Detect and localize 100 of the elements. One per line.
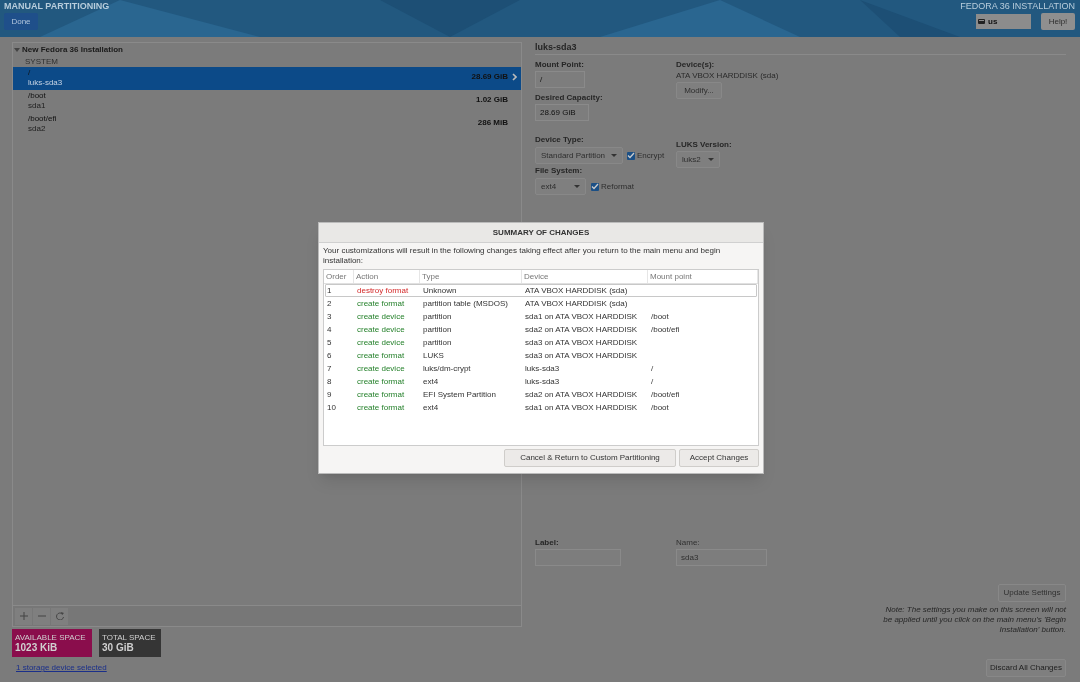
column-header[interactable]: Device <box>522 270 648 283</box>
table-cell: / <box>651 377 654 386</box>
keyboard-icon <box>978 19 985 24</box>
available-space-label: AVAILABLE SPACE <box>15 632 87 642</box>
help-button[interactable]: Help! <box>1041 13 1075 30</box>
checkbox[interactable] <box>591 182 599 191</box>
table-cell: /boot <box>651 403 669 412</box>
table-cell: partition <box>423 312 452 321</box>
table-cell: destroy format <box>357 286 409 295</box>
field-label: Label: <box>535 538 559 548</box>
table-row[interactable]: 2 create format partition table (MSDOS) ATA VBOX HARDDISK (sda) <box>325 297 757 310</box>
capacity-field[interactable]: 28.69 GiB <box>535 104 589 121</box>
table-cell: luks-sda3 <box>525 364 560 373</box>
note-text: Note: The settings you make on this screen will not be applied until you click on the main menu's 'Begin Installation' button. <box>882 605 1066 635</box>
table-cell: create device <box>357 312 405 321</box>
screen-title: MANUAL PARTITIONING <box>4 2 110 11</box>
keyboard-layout-field[interactable]: us <box>976 14 1031 29</box>
table-cell: Unknown <box>423 286 457 295</box>
table-cell: sda1 on ATA VBOX HARDDISK <box>525 403 638 412</box>
table-cell: partition <box>423 338 452 347</box>
dialog-button[interactable]: Accept Changes <box>679 449 759 467</box>
table-cell: create format <box>357 403 405 412</box>
refresh-icon <box>55 612 64 620</box>
installation-title: New Fedora 36 Installation <box>22 44 123 56</box>
device-name-text: sda2 <box>28 124 47 134</box>
table-row[interactable]: 5 create device partition sda3 on ATA VBOX HARDDISK <box>325 336 757 349</box>
caret-icon <box>708 158 714 161</box>
table-cell: create format <box>357 351 405 360</box>
table-cell: 4 <box>327 325 332 334</box>
table-cell: LUKS <box>423 351 444 360</box>
table-cell: /boot/efi <box>651 325 680 334</box>
available-space-value: 1023 KiB <box>15 641 59 654</box>
table-cell: sda1 on ATA VBOX HARDDISK <box>525 312 638 321</box>
discard-changes-button[interactable]: Discard All Changes <box>986 659 1066 677</box>
update-settings-button[interactable]: Update Settings <box>998 584 1066 602</box>
table-cell: / <box>651 364 654 373</box>
table-row[interactable]: 7 create device luks/dm-crypt luks-sda3 / <box>325 362 757 375</box>
checkmark-icon <box>591 183 599 190</box>
size-text: 286 MiB <box>477 117 508 129</box>
table-cell: 10 <box>327 403 336 412</box>
storage-devices-link[interactable]: 1 storage device selected <box>16 662 107 674</box>
table-row[interactable]: 1 destroy format Unknown ATA VBOX HARDDISK (sda) <box>325 284 757 297</box>
done-button[interactable]: Done <box>4 13 38 30</box>
mount-point-text: / <box>28 68 32 78</box>
table-cell: partition table (MSDOS) <box>423 299 508 308</box>
table-cell: create format <box>357 390 405 399</box>
table-row[interactable]: 6 create format LUKS sda3 on ATA VBOX HARDDISK <box>325 349 757 362</box>
table-cell: sda2 on ATA VBOX HARDDISK <box>525 390 638 399</box>
field-label: Desired Capacity: <box>535 93 603 103</box>
mount-point-text: /boot/efi <box>28 114 57 124</box>
field-label: Device(s): <box>676 60 715 70</box>
table-row[interactable]: 8 create format ext4 luks-sda3 / <box>325 375 757 388</box>
toolbar-button[interactable] <box>15 607 32 625</box>
column-header[interactable]: Action <box>354 270 420 283</box>
column-header[interactable]: Order <box>324 270 354 283</box>
table-row[interactable]: 9 create format EFI System Partition sda2 on ATA VBOX HARDDISK /boot/efi <box>325 388 757 401</box>
size-text: 1.02 GiB <box>476 94 508 106</box>
toolbar-button[interactable] <box>33 607 50 625</box>
table-cell: 5 <box>327 338 332 347</box>
total-space-label: TOTAL SPACE <box>102 632 157 642</box>
dropdown[interactable]: luks2 <box>676 151 720 168</box>
table-row[interactable]: 10 create format ext4 sda1 on ATA VBOX HARDDISK /boot <box>325 401 757 414</box>
add-icon <box>19 612 28 620</box>
column-header[interactable]: Mount point <box>648 270 758 283</box>
table-cell: ext4 <box>423 377 439 386</box>
table-cell: /boot <box>651 312 669 321</box>
toolbar-button[interactable] <box>51 607 68 625</box>
table-row[interactable]: 4 create device partition sda2 on ATA VBOX HARDDISK /boot/efi <box>325 323 757 336</box>
device-name-text: ATA VBOX HARDDISK (sda) <box>676 71 779 81</box>
table-row[interactable]: 3 create device partition sda1 on ATA VBOX HARDDISK /boot <box>325 310 757 323</box>
product-title: FEDORA 36 INSTALLATION <box>960 2 1075 11</box>
checkbox-label: Reformat <box>601 180 634 193</box>
table-cell: create format <box>357 299 405 308</box>
partition-row[interactable]: /boot sda1 1.02 GiB <box>13 90 521 113</box>
partition-row[interactable]: / luks-sda3 28.69 GiB <box>13 67 521 90</box>
table-cell: ATA VBOX HARDDISK (sda) <box>525 299 628 308</box>
checkbox[interactable] <box>627 151 635 160</box>
column-header[interactable]: Type <box>420 270 522 283</box>
field-label: File System: <box>535 166 583 176</box>
modify-button[interactable]: Modify... <box>676 82 722 99</box>
table-cell: sda3 on ATA VBOX HARDDISK <box>525 338 638 347</box>
table-cell: create device <box>357 338 405 347</box>
mount-point-field[interactable]: / <box>535 71 585 88</box>
table-cell: create device <box>357 364 405 373</box>
dropdown[interactable]: Standard Partition <box>535 147 623 164</box>
table-cell: 9 <box>327 390 332 399</box>
table-cell: 7 <box>327 364 332 373</box>
table-cell: ATA VBOX HARDDISK (sda) <box>525 286 628 295</box>
name-field[interactable]: sda3 <box>676 549 767 566</box>
mount-point-text: /boot <box>28 91 46 101</box>
checkmark-icon <box>627 152 635 159</box>
dropdown[interactable]: ext4 <box>535 178 586 195</box>
table-cell: partition <box>423 325 452 334</box>
device-name-text: luks-sda3 <box>28 78 63 88</box>
dialog-button[interactable]: Cancel & Return to Custom Partitioning <box>504 449 676 467</box>
table-cell: /boot/efi <box>651 390 680 399</box>
chevron-right-icon <box>512 73 517 81</box>
total-space-value: 30 GiB <box>102 641 135 654</box>
table-cell: EFI System Partition <box>423 390 496 399</box>
partition-row[interactable]: /boot/efi sda2 286 MiB <box>13 113 521 136</box>
